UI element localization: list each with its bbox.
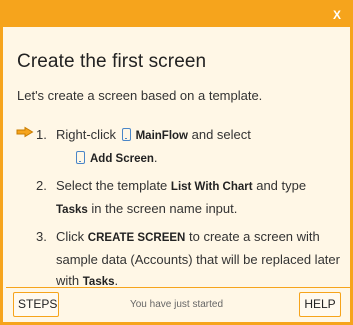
close-button[interactable]: X [330,7,344,23]
panel-header-bar: X [3,3,350,27]
step-number: 3. [36,229,47,244]
step-item: 2. Select the template List With Chart a… [36,175,341,221]
step-text: Right-click MainFlow and select Add Scre… [56,124,341,170]
help-button[interactable]: HELP [299,292,341,317]
step-text: Select the template List With Chart and … [56,175,341,221]
step-text-part: . [153,150,158,165]
step-text-part: . [114,273,119,288]
steps-list: 1. Right-click MainFlow and select Add S… [36,124,341,298]
template-name: List With Chart [170,181,253,193]
pointing-hand-icon [16,126,34,138]
flow-name: MainFlow [135,130,188,142]
step-item: 3. Click CREATE SCREEN to create a scree… [36,226,341,293]
step-item: 1. Right-click MainFlow and select Add S… [36,124,341,170]
step-text: Click CREATE SCREEN to create a screen w… [56,226,341,293]
step-number: 2. [36,178,47,193]
screen-name: Tasks [56,204,88,216]
step-text-part: Right-click [56,127,116,142]
step-number: 1. [36,127,47,142]
mobile-device-icon [121,128,131,141]
step-text-part: Click [56,229,85,244]
step-text-part: and type [256,178,307,193]
mobile-device-icon [76,151,85,164]
button-name: CREATE SCREEN [87,232,186,244]
tutorial-panel: X Create the first screen Let's create a… [0,0,353,325]
intro-text: Let's create a screen based on a templat… [17,88,263,103]
step-text-part: in the screen name input. [91,201,238,216]
footer-divider [6,287,353,288]
panel-title: Create the first screen [17,51,207,72]
step-line: Add Screen. [56,147,341,170]
step-text-part: Select the template [56,178,168,193]
menu-action-name: Add Screen [90,153,154,165]
step-text-part: and select [191,127,251,142]
